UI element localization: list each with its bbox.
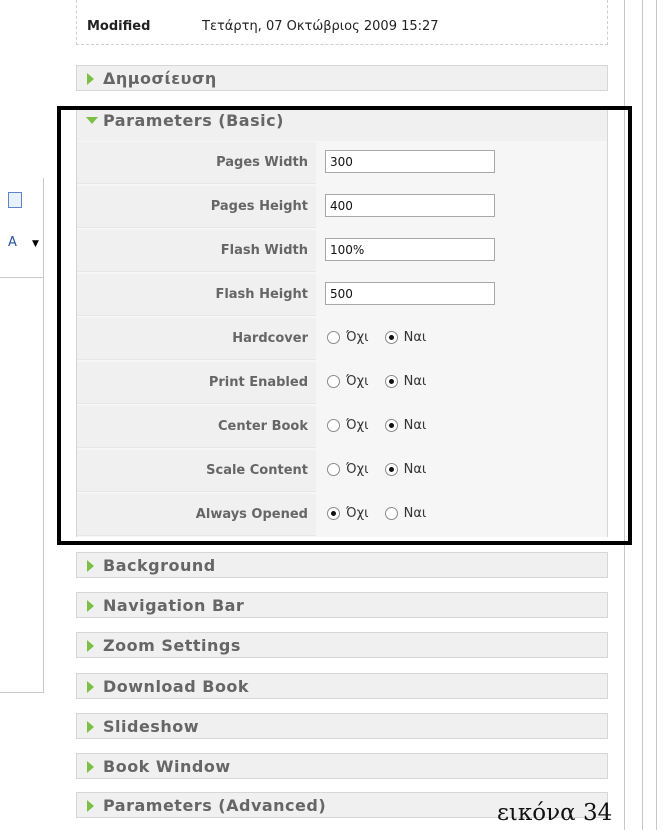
panel-zoom-settings[interactable]: Zoom Settings xyxy=(76,632,608,658)
radio-yes[interactable] xyxy=(384,331,398,344)
modified-row: Modified Τετάρτη, 07 Οκτώβριος 2009 15:2… xyxy=(76,0,608,45)
divider xyxy=(624,0,625,830)
radio-no[interactable] xyxy=(327,507,340,520)
divider xyxy=(642,0,643,830)
param-label: Hardcover xyxy=(77,318,316,360)
radio-yes-label: Ναι xyxy=(403,330,427,345)
modified-label: Modified xyxy=(87,19,151,34)
print-enabled-radio-group: Όχι Ναι xyxy=(327,374,438,389)
panel-publishing[interactable]: Δημοσίευση xyxy=(76,65,608,91)
radio-no-label: Όχι xyxy=(346,506,369,521)
radio-yes-label: Ναι xyxy=(403,462,427,477)
always-opened-radio-group: Όχι Ναι xyxy=(327,506,438,521)
param-row-always-opened: Always Opened Όχι Ναι xyxy=(77,493,607,537)
panel-label: Parameters (Basic) xyxy=(103,111,284,130)
pages-height-input[interactable] xyxy=(325,194,495,217)
parameters-basic-body: Pages Width Pages Height Flash Width Fla… xyxy=(76,141,608,537)
param-row-center-book: Center Book Όχι Ναι xyxy=(77,405,607,449)
radio-no[interactable] xyxy=(327,331,340,344)
chevron-down-icon[interactable]: ▼ xyxy=(32,239,39,249)
panel-download-book[interactable]: Download Book xyxy=(76,673,608,699)
param-label: Flash Height xyxy=(77,274,316,316)
param-row-hardcover: Hardcover Όχι Ναι xyxy=(77,317,607,361)
triangle-right-icon xyxy=(87,761,94,773)
triangle-down-icon xyxy=(86,117,98,124)
triangle-right-icon xyxy=(87,640,94,652)
center-book-radio-group: Όχι Ναι xyxy=(327,418,438,433)
panel-label: Download Book xyxy=(103,677,250,696)
radio-no-label: Όχι xyxy=(346,374,369,389)
radio-yes[interactable] xyxy=(384,375,398,388)
radio-yes[interactable] xyxy=(384,507,398,520)
triangle-right-icon xyxy=(87,721,94,733)
figure-caption: εικόνα 34 xyxy=(497,800,613,826)
param-row-pages-width: Pages Width xyxy=(77,141,607,185)
radio-no-label: Όχι xyxy=(346,462,369,477)
radio-yes[interactable] xyxy=(384,419,398,432)
panel-label: Background xyxy=(103,556,216,575)
text-color-icon[interactable]: A xyxy=(8,236,17,250)
param-label: Flash Width xyxy=(77,230,316,272)
panel-book-window[interactable]: Book Window xyxy=(76,753,608,779)
triangle-right-icon xyxy=(87,73,94,85)
radio-no[interactable] xyxy=(327,463,340,476)
param-row-print-enabled: Print Enabled Όχι Ναι xyxy=(77,361,607,405)
scale-content-radio-group: Όχι Ναι xyxy=(327,462,438,477)
param-label: Scale Content xyxy=(77,450,316,492)
panel-label: Navigation Bar xyxy=(103,596,245,615)
panel-background[interactable]: Background xyxy=(76,552,608,578)
panel-label: Parameters (Advanced) xyxy=(103,796,327,815)
triangle-right-icon xyxy=(87,600,94,612)
radio-yes-label: Ναι xyxy=(403,374,427,389)
radio-no[interactable] xyxy=(327,419,340,432)
param-row-pages-height: Pages Height xyxy=(77,185,607,229)
param-row-flash-width: Flash Width xyxy=(77,229,607,273)
flash-width-input[interactable] xyxy=(325,238,495,261)
divider xyxy=(656,0,657,830)
param-label: Center Book xyxy=(77,406,316,448)
radio-yes[interactable] xyxy=(384,463,398,476)
param-row-flash-height: Flash Height xyxy=(77,273,607,317)
panel-slideshow[interactable]: Slideshow xyxy=(76,713,608,739)
radio-yes-label: Ναι xyxy=(403,418,427,433)
triangle-right-icon xyxy=(87,800,94,812)
panel-navigation-bar[interactable]: Navigation Bar xyxy=(76,592,608,618)
editor-toolbar-fragment: A ▼ xyxy=(0,178,44,693)
flash-height-input[interactable] xyxy=(325,282,495,305)
panel-label: Book Window xyxy=(103,757,231,776)
triangle-right-icon xyxy=(87,560,94,572)
panel-label: Δημοσίευση xyxy=(103,69,217,88)
param-label: Always Opened xyxy=(77,494,316,536)
divider xyxy=(0,277,43,278)
modified-value: Τετάρτη, 07 Οκτώβριος 2009 15:27 xyxy=(202,19,439,34)
panel-label: Slideshow xyxy=(103,717,199,736)
radio-no-label: Όχι xyxy=(346,330,369,345)
triangle-right-icon xyxy=(87,681,94,693)
param-row-scale-content: Scale Content Όχι Ναι xyxy=(77,449,607,493)
radio-no[interactable] xyxy=(327,375,340,388)
param-label: Pages Height xyxy=(77,186,316,228)
param-label: Pages Width xyxy=(77,142,316,184)
radio-no-label: Όχι xyxy=(346,418,369,433)
param-label: Print Enabled xyxy=(77,362,316,404)
radio-yes-label: Ναι xyxy=(403,506,427,521)
panel-parameters-basic[interactable]: Parameters (Basic) xyxy=(76,106,608,142)
image-icon[interactable] xyxy=(8,192,22,208)
panel-label: Zoom Settings xyxy=(103,636,241,655)
pages-width-input[interactable] xyxy=(325,150,495,173)
hardcover-radio-group: Όχι Ναι xyxy=(327,330,438,345)
